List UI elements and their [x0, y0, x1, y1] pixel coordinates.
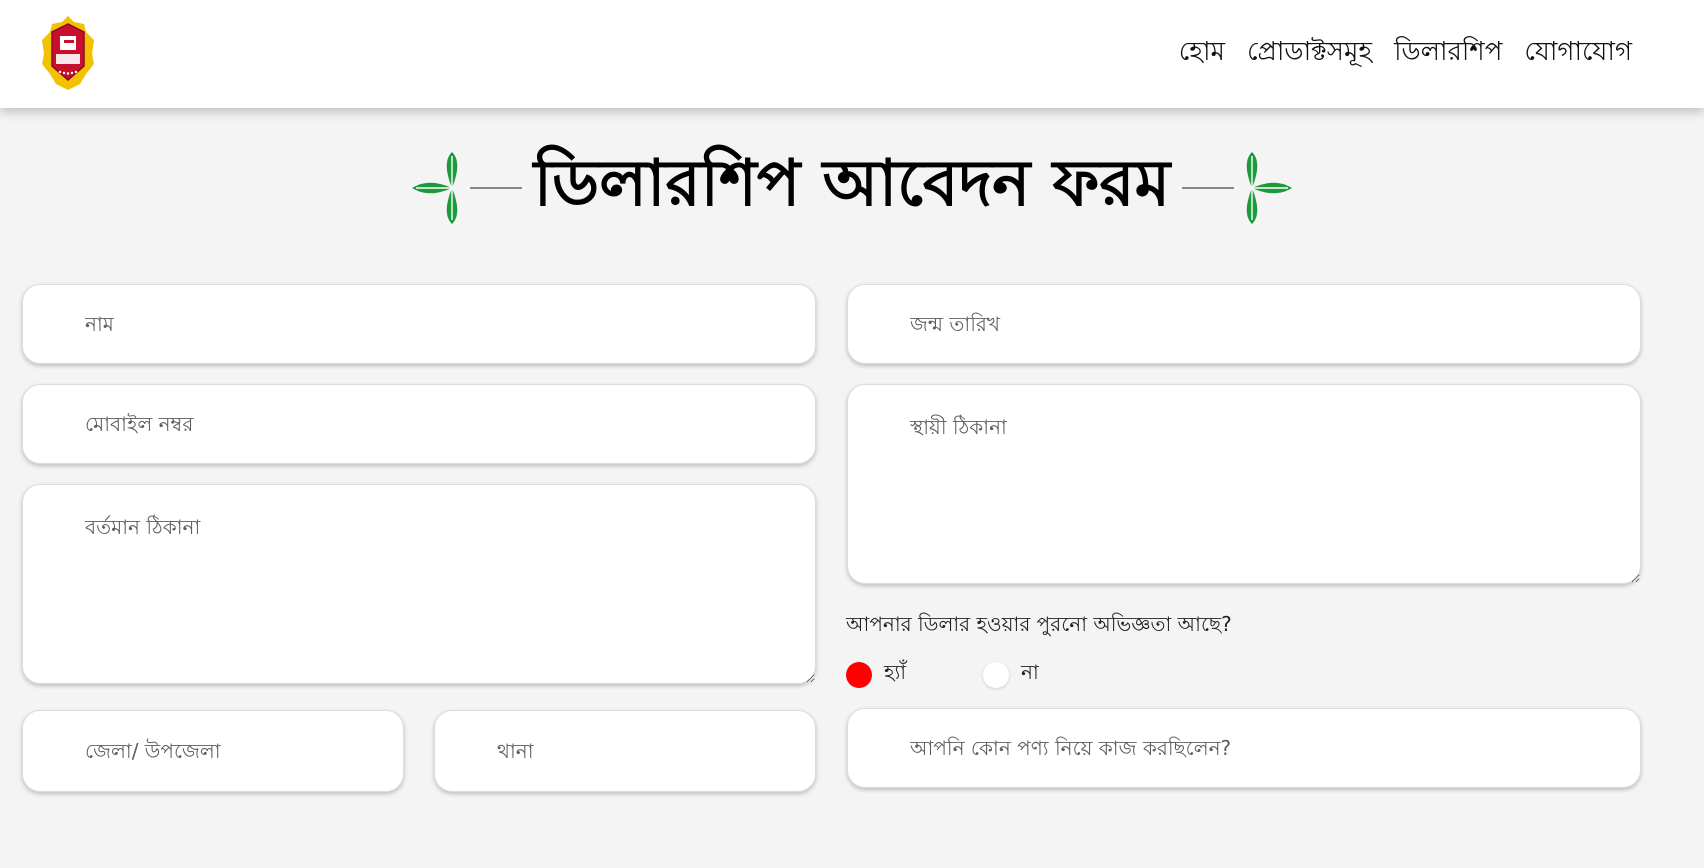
- nav-products[interactable]: প্রোডাক্টসমূহ: [1247, 34, 1372, 70]
- left-flourish: [410, 150, 522, 226]
- radio-label-no: না: [1021, 660, 1039, 684]
- name-input[interactable]: [22, 284, 816, 364]
- leaf-ornament-icon: [411, 152, 458, 224]
- title-row: ডিলারশিপ আবেদন ফরম: [0, 147, 1704, 228]
- radio-label-yes: হ্যাঁ: [884, 660, 907, 684]
- current-address-textarea[interactable]: [22, 484, 816, 684]
- leaf-ornament-icon: [1246, 152, 1293, 224]
- page-title: ডিলারশিপ আবেদন ফরম: [533, 146, 1171, 221]
- radio-button-unchecked[interactable]: [983, 661, 1009, 688]
- right-flourish: [1182, 150, 1294, 226]
- nav-dealership[interactable]: ডিলারশিপ: [1394, 34, 1502, 70]
- permanent-address-textarea[interactable]: [847, 384, 1641, 584]
- radio-option-yes[interactable]: হ্যাঁ: [846, 658, 906, 691]
- main-nav: হোম প্রোডাক্টসমূহ ডিলারশিপ যোগাযোগ: [1179, 34, 1632, 70]
- experience-question: আপনার ডিলার হওয়ার পুরনো অভিজ্ঞতা আছে?: [846, 612, 1232, 636]
- thana-input[interactable]: [434, 710, 816, 792]
- radio-option-no[interactable]: না: [983, 658, 1039, 691]
- nav-contact[interactable]: যোগাযোগ: [1524, 34, 1632, 70]
- brand-logo[interactable]: [40, 14, 96, 92]
- site-header: হোম প্রোডাক্টসমূহ ডিলারশিপ যোগাযোগ: [0, 0, 1704, 108]
- brand-logo-icon: [42, 16, 94, 90]
- product-input[interactable]: [847, 708, 1641, 788]
- nav-home[interactable]: হোম: [1179, 34, 1225, 70]
- radio-button-checked[interactable]: [846, 661, 872, 688]
- dob-input[interactable]: [847, 284, 1641, 364]
- mobile-input[interactable]: [22, 384, 816, 464]
- district-input[interactable]: [22, 710, 404, 792]
